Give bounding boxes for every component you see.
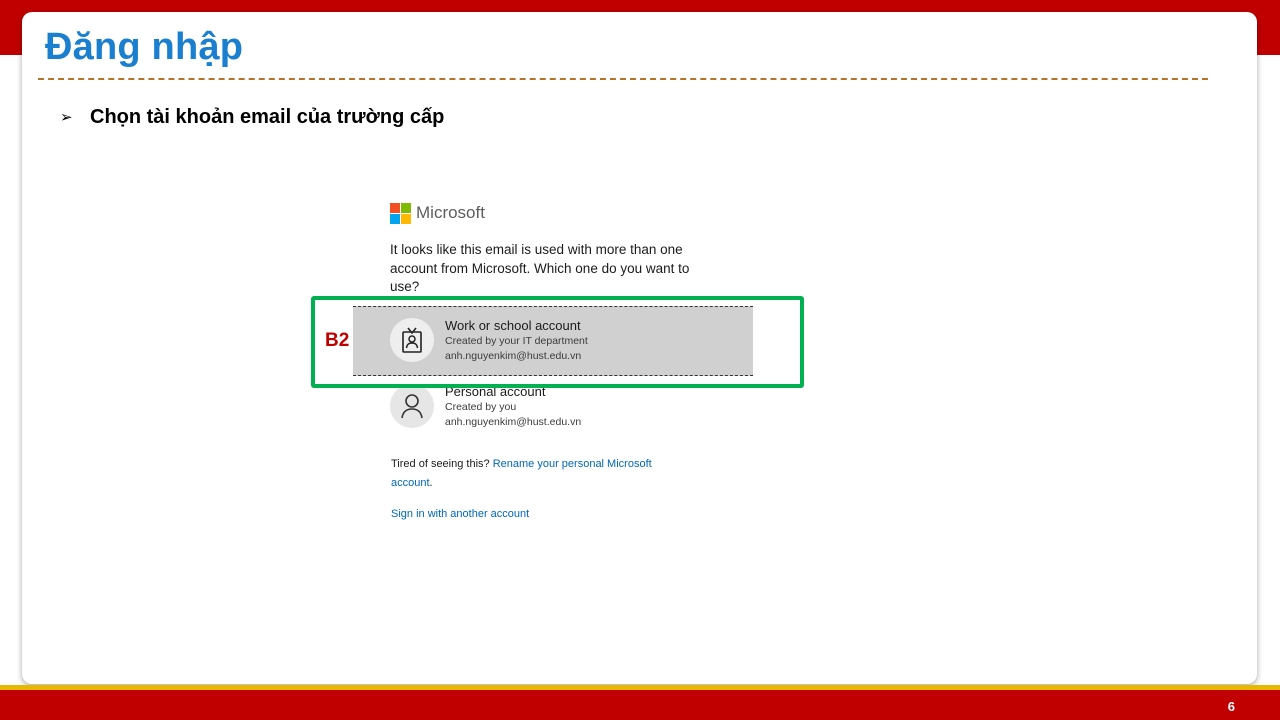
tired-suffix: .: [429, 476, 433, 489]
personal-account-tile[interactable]: Personal account Created by you anh.nguy…: [353, 373, 753, 441]
account-prompt: It looks like this email is used with mo…: [390, 242, 690, 294]
person-icon: [390, 384, 434, 428]
account-created-by: Created by your IT department: [445, 335, 588, 347]
account-type: Work or school account: [445, 318, 581, 333]
account-email: anh.nguyenkim@hust.edu.vn: [445, 350, 582, 362]
step-label: B2: [325, 330, 350, 351]
microsoft-brand-name: Microsoft: [416, 203, 485, 222]
arrow-bullet-icon: ➢: [60, 109, 73, 126]
page-number: 6: [1227, 699, 1235, 714]
account-created-by: Created by you: [445, 401, 517, 413]
bottom-red-band: [0, 690, 1280, 720]
bullet-text: Chọn tài khoản email của trường cấp: [90, 105, 445, 128]
account-type: Personal account: [445, 384, 546, 399]
tired-question: Tired of seeing this?: [391, 458, 490, 470]
microsoft-logo-icon: [390, 203, 411, 224]
sign-in-another-account-link[interactable]: Sign in with another account: [391, 508, 529, 520]
title-divider: [38, 78, 1208, 80]
work-account-tile[interactable]: Work or school account Created by your I…: [353, 306, 753, 376]
badge-icon: [390, 318, 434, 362]
tired-of-seeing-text: Tired of seeing this? Rename your person…: [391, 455, 691, 492]
bullet-item: ➢ Chọn tài khoản email của trường cấp: [60, 104, 444, 130]
slide-title: Đăng nhập: [45, 26, 244, 68]
account-email: anh.nguyenkim@hust.edu.vn: [445, 416, 582, 428]
